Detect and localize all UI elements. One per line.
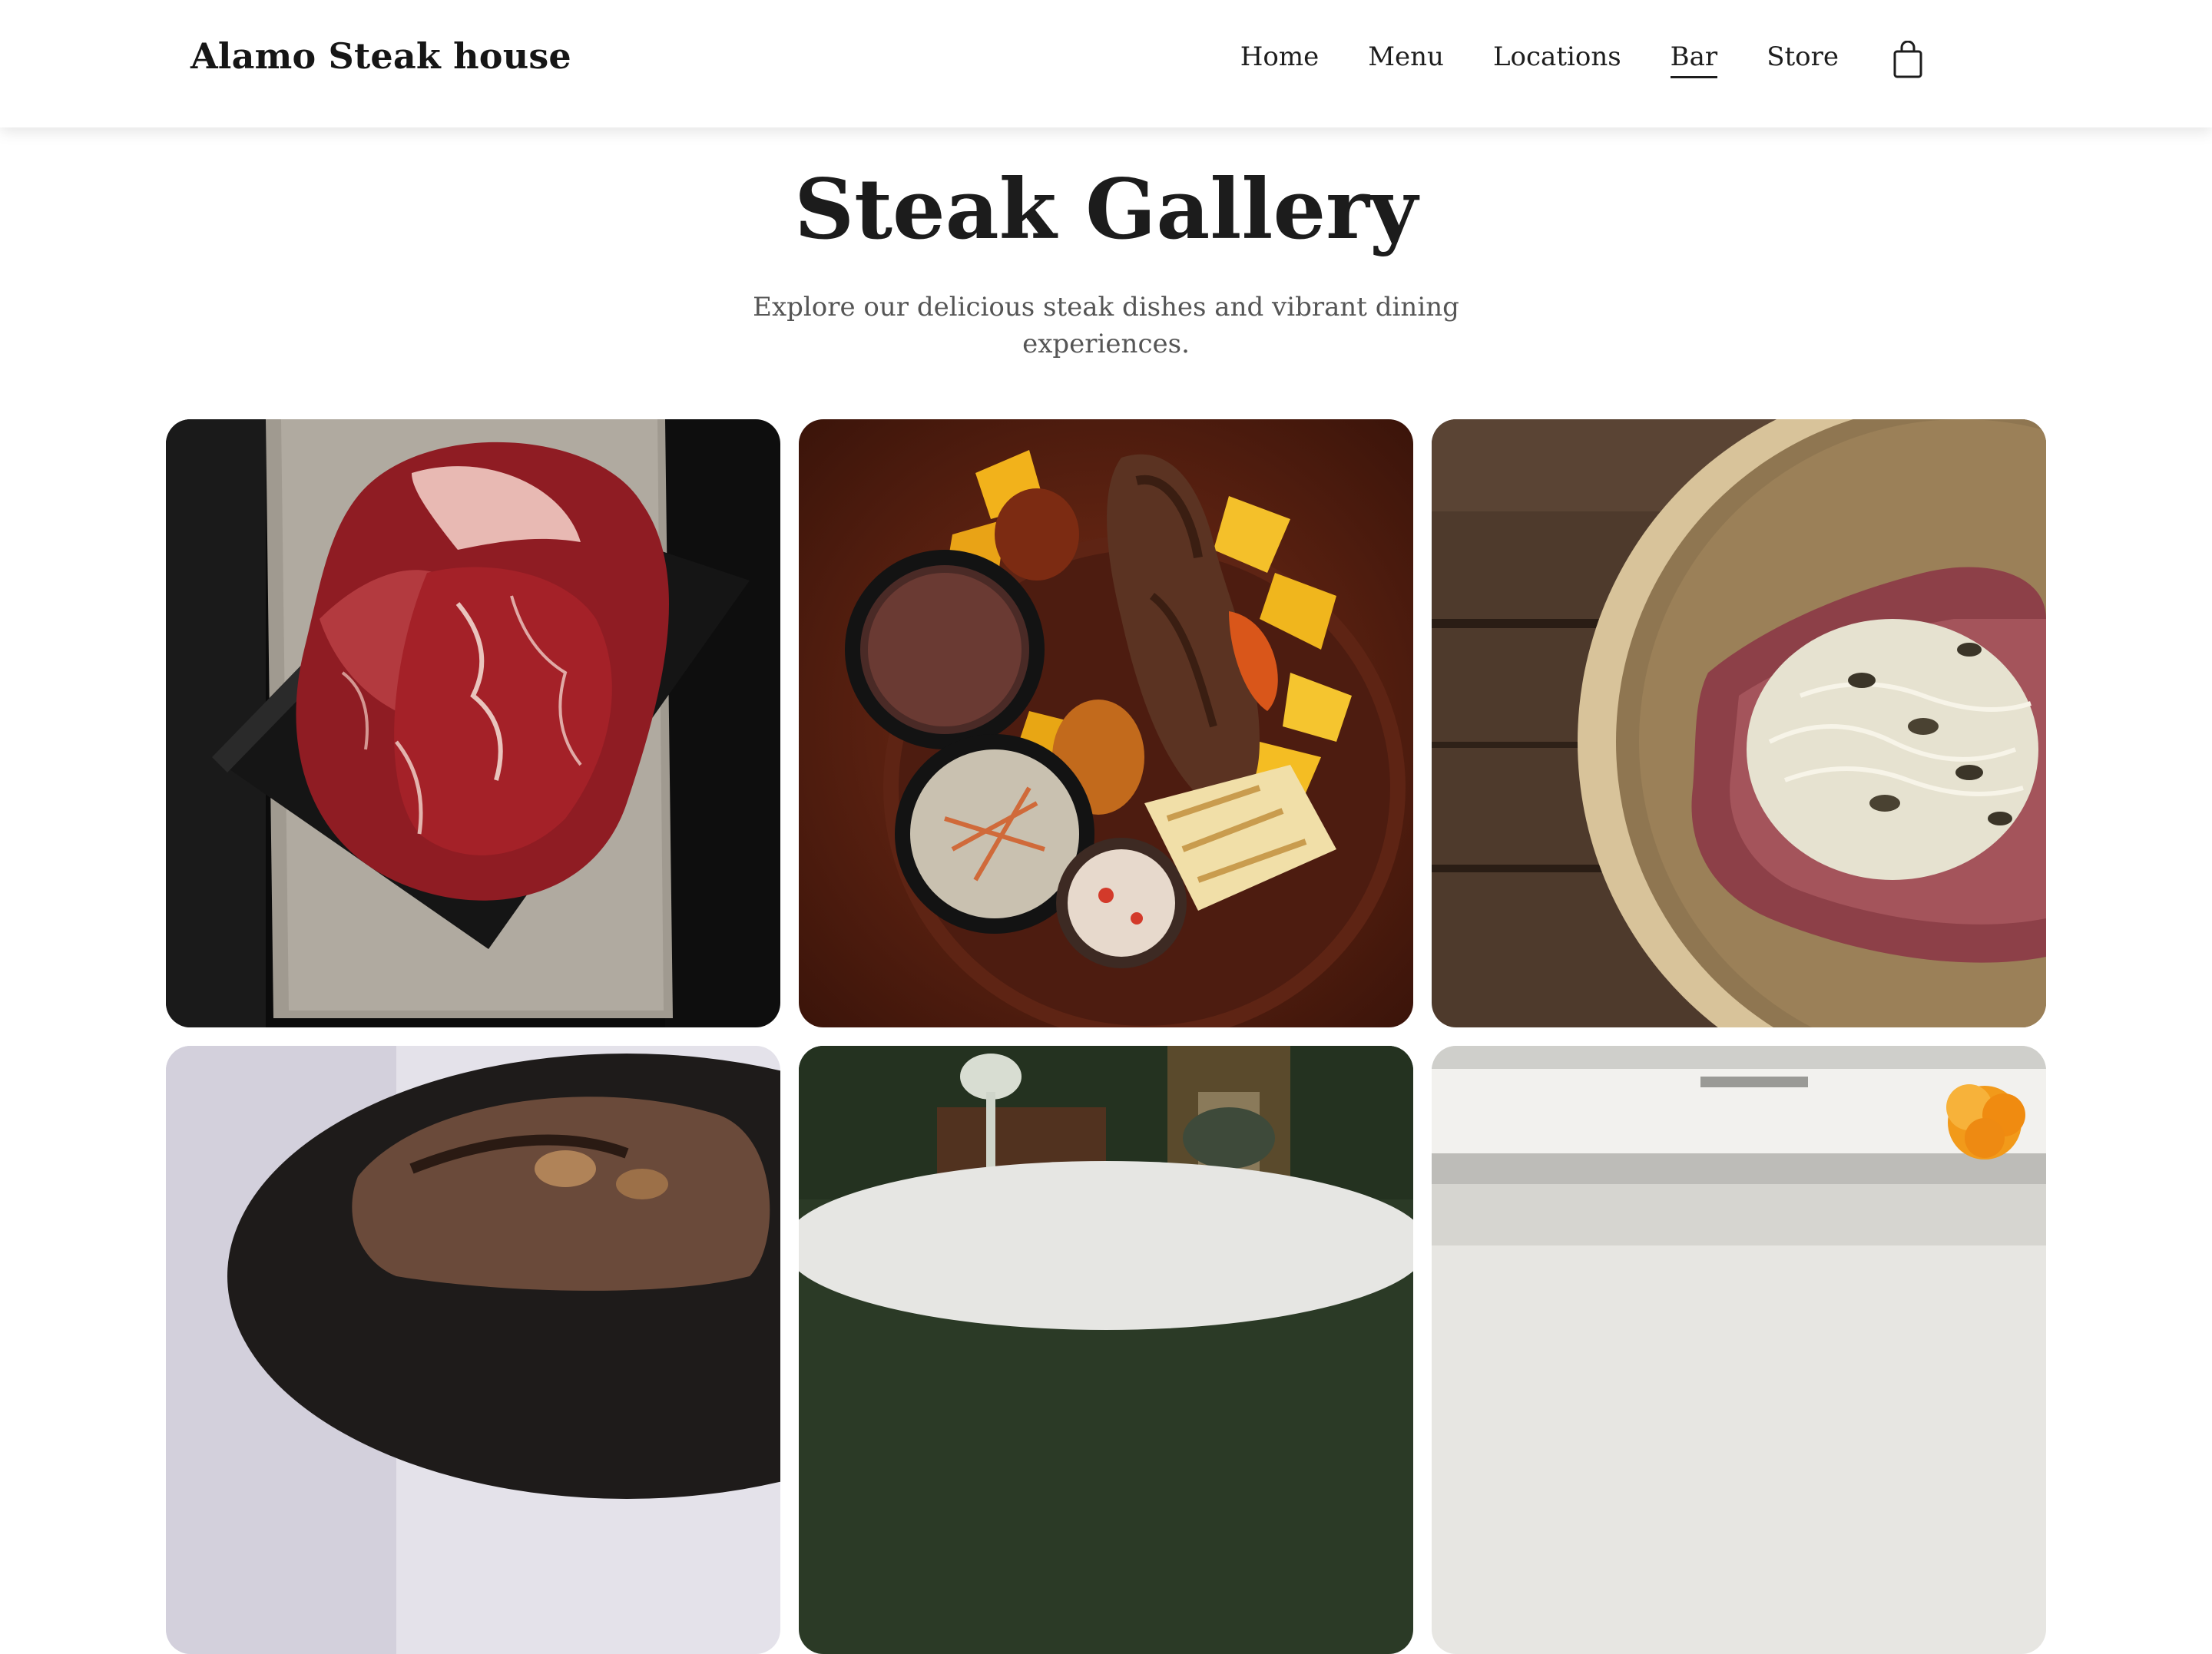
steak-gallery-grid bbox=[166, 419, 2046, 1654]
nav-locations[interactable]: Locations bbox=[1493, 41, 1621, 78]
nav-home[interactable]: Home bbox=[1240, 41, 1319, 78]
nav-store[interactable]: Store bbox=[1767, 41, 1839, 78]
gallery-image-steak-platter[interactable] bbox=[799, 419, 1413, 1027]
brand-logo-text[interactable]: Alamo Steak house bbox=[190, 35, 571, 77]
site-header: Alamo Steak house Home Menu Locations Ba… bbox=[0, 0, 2212, 127]
nav-bar[interactable]: Bar bbox=[1670, 41, 1717, 78]
gallery-image-table-flower[interactable] bbox=[1432, 1046, 2046, 1654]
nav-menu[interactable]: Menu bbox=[1368, 41, 1444, 78]
page-subtitle: Explore our delicious steak dishes and v… bbox=[753, 292, 1459, 359]
gallery-image-dining-table[interactable] bbox=[799, 1046, 1413, 1654]
gallery-image-cast-iron-steak[interactable] bbox=[166, 1046, 780, 1654]
gallery-image-raw-ribeye[interactable] bbox=[166, 419, 780, 1027]
page-title: Steak Gallery bbox=[794, 161, 1418, 258]
shopping-bag-icon[interactable] bbox=[1891, 40, 1925, 80]
gallery-image-sliced-beef[interactable] bbox=[1432, 419, 2046, 1027]
main-nav: Home Menu Locations Bar Store bbox=[1240, 40, 1925, 80]
